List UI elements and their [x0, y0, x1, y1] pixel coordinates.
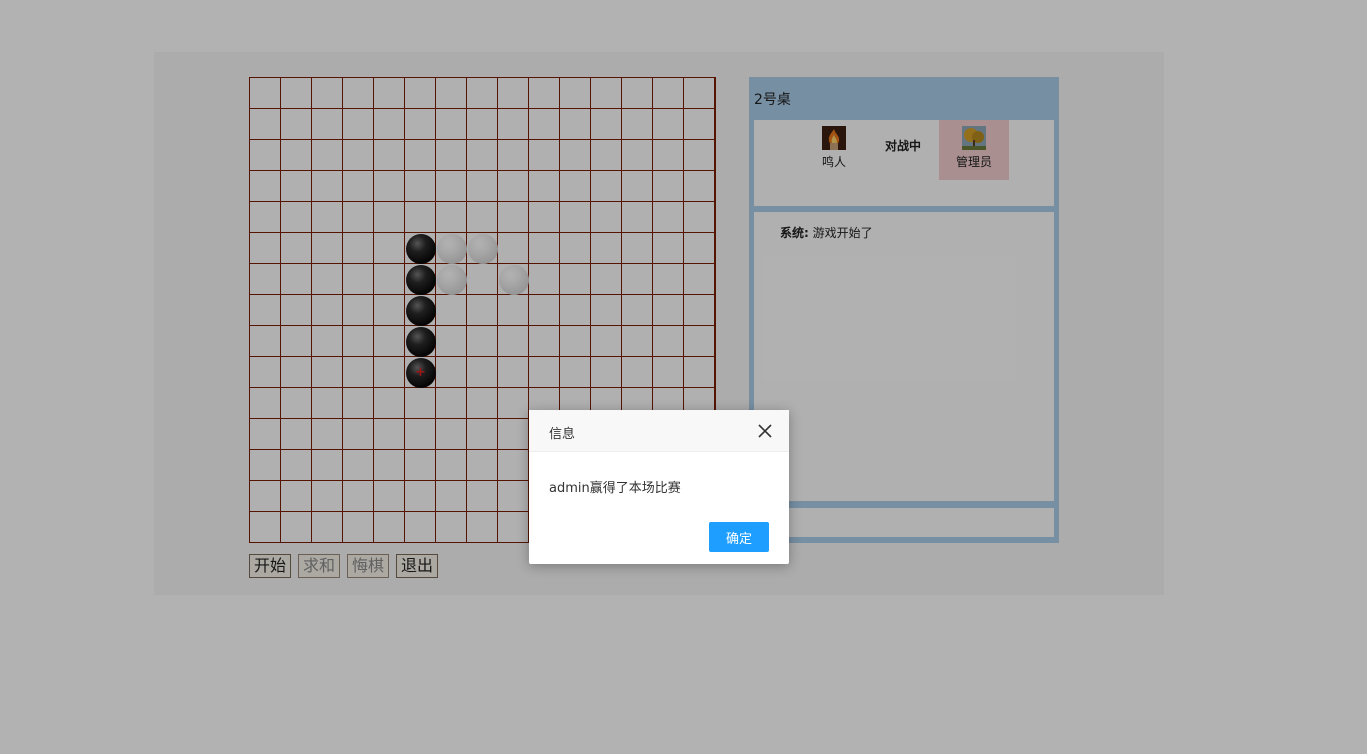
dialog-title: 信息 — [549, 427, 576, 442]
ok-button[interactable]: 确定 — [709, 522, 769, 552]
game-page: + 开始 求和 悔棋 退出 2号桌 鸣人 对战中 管理员 系统: 游戏开始了 信… — [0, 0, 1367, 754]
modal-overlay — [0, 0, 1367, 754]
dialog-header: 信息 — [529, 410, 789, 452]
close-icon[interactable] — [757, 423, 773, 439]
info-dialog: 信息 admin赢得了本场比赛 确定 — [529, 410, 789, 564]
dialog-message: admin赢得了本场比赛 — [549, 481, 681, 496]
